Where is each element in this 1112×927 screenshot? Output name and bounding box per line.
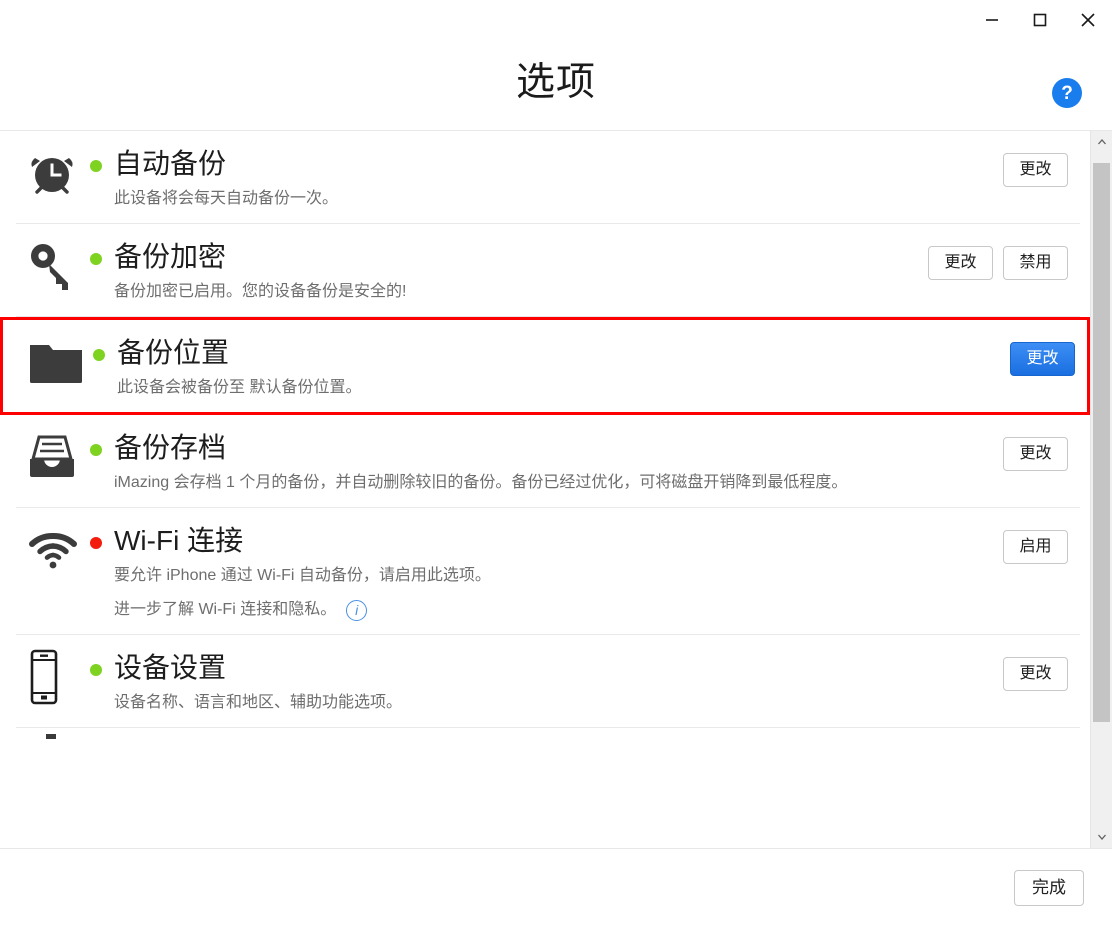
option-headline: Wi-Fi 连接 (90, 524, 1003, 558)
option-row: 设备设置 设备名称、语言和地区、辅助功能选项。 更改 (16, 635, 1080, 728)
option-body: 设备设置设备名称、语言和地区、辅助功能选项。 (90, 649, 1003, 715)
chevron-up-icon (1097, 139, 1106, 145)
option-description: 备份加密已启用。您的设备备份是安全的! (114, 283, 407, 300)
status-dot-green (90, 159, 102, 172)
scrollbar-thumb[interactable] (1093, 163, 1110, 722)
option-description-secondary-text: 进一步了解 Wi-Fi 连接和隐私。 (114, 601, 337, 618)
option-row: Wi-Fi 连接要允许 iPhone 通过 Wi-Fi 自动备份，请启用此选项。… (16, 508, 1080, 635)
option-action-button[interactable]: 更改 (1003, 657, 1068, 691)
status-dot-red (90, 536, 102, 549)
title-bar: 选项 ? (0, 0, 1112, 131)
option-icon-cell (16, 429, 90, 489)
option-row-partial (16, 728, 1080, 752)
option-title: 设备设置 (114, 652, 227, 683)
option-body: Wi-Fi 连接要允许 iPhone 通过 Wi-Fi 自动备份，请启用此选项。… (90, 522, 1003, 622)
maximize-button[interactable] (1016, 0, 1064, 40)
option-headline: 备份存档 (90, 431, 1003, 465)
scroll-down-button[interactable] (1091, 826, 1112, 848)
option-action-button[interactable]: 更改 (1003, 153, 1068, 187)
key-icon (24, 238, 80, 299)
option-description: 此设备会被备份至 默认备份位置。 (117, 379, 362, 396)
option-actions: 更改 (1010, 334, 1079, 376)
vertical-scrollbar[interactable] (1090, 131, 1112, 848)
option-icon-cell (16, 238, 90, 298)
maximize-icon (1033, 13, 1047, 27)
phone-icon (24, 648, 64, 711)
option-row: 自动备份 此设备将会每天自动备份一次。 更改 (16, 131, 1080, 224)
partial-icon-sliver (46, 734, 56, 739)
option-actions: 更改 (1003, 429, 1072, 471)
option-body: 备份存档 iMazing 会存档 1 个月的备份，并自动删除较旧的备份。备份已经过… (90, 429, 1003, 495)
option-icon-cell (19, 334, 93, 394)
option-description: iMazing 会存档 1 个月的备份，并自动删除较旧的备份。备份已经过优化，可… (114, 474, 848, 491)
option-body: 备份位置此设备会被备份至 默认备份位置。 (93, 334, 1010, 400)
option-description: 此设备将会每天自动备份一次。 (114, 190, 339, 207)
option-action-button[interactable]: 更改 (1003, 437, 1068, 471)
options-list: 自动备份 此设备将会每天自动备份一次。 更改 备份加密 备份加密已启用。您的设备备份是… (0, 131, 1090, 848)
folder-icon (27, 337, 85, 392)
option-action-button[interactable]: 启用 (1003, 530, 1068, 564)
info-icon[interactable]: i (346, 599, 368, 621)
option-actions: 更改 (1003, 145, 1072, 187)
status-dot-green (90, 443, 102, 456)
option-body: 自动备份此设备将会每天自动备份一次。 (90, 145, 1003, 211)
option-action-button[interactable]: 更改 (1010, 342, 1075, 376)
option-actions: 启用 (1003, 522, 1072, 564)
status-dot-green (90, 252, 102, 265)
option-actions: 更改 (1003, 649, 1072, 691)
wifi-icon (24, 528, 82, 577)
scroll-up-button[interactable] (1091, 131, 1112, 153)
chevron-down-icon (1097, 834, 1106, 840)
option-headline: 自动备份 (90, 147, 1003, 181)
minimize-button[interactable] (968, 0, 1016, 40)
option-title: 自动备份 (114, 148, 227, 179)
option-description: 要允许 iPhone 通过 Wi-Fi 自动备份，请启用此选项。 (114, 567, 491, 584)
option-icon-cell (16, 522, 90, 582)
option-row: 备份位置 此设备会被备份至 默认备份位置。 更改 (0, 317, 1090, 415)
done-button[interactable]: 完成 (1014, 870, 1084, 906)
options-window: 选项 ? 自动备份 此设备将会每天自动备份一次。 更改 备份加密 备份加密已启用。您的… (0, 0, 1112, 927)
options-content: 自动备份 此设备将会每天自动备份一次。 更改 备份加密 备份加密已启用。您的设备备份是… (0, 131, 1112, 849)
option-title: 备份位置 (117, 337, 230, 368)
option-action-button[interactable]: 更改 (928, 246, 993, 280)
close-icon (1081, 13, 1095, 27)
minimize-icon (986, 19, 998, 21)
option-title: 备份加密 (114, 241, 227, 272)
option-headline: 备份加密 (90, 240, 928, 274)
option-body: 备份加密备份加密已启用。您的设备备份是安全的! (90, 238, 928, 304)
status-dot-green (93, 348, 105, 361)
dialog-footer: 完成 (0, 849, 1112, 927)
option-icon-cell (16, 145, 90, 205)
option-headline: 备份位置 (93, 336, 1010, 370)
option-row: 备份存档 iMazing 会存档 1 个月的备份，并自动删除较旧的备份。备份已经过… (16, 415, 1080, 508)
option-headline: 设备设置 (90, 651, 1003, 685)
option-title: Wi-Fi 连接 (114, 525, 244, 556)
window-controls (968, 0, 1112, 40)
option-icon-cell (16, 649, 90, 709)
help-button[interactable]: ? (1052, 78, 1082, 108)
option-description: 设备名称、语言和地区、辅助功能选项。 (114, 694, 403, 711)
archive-tray-icon (24, 429, 80, 490)
scrollbar-track[interactable] (1091, 153, 1112, 826)
option-description-secondary: 进一步了解 Wi-Fi 连接和隐私。 i (114, 598, 1003, 622)
close-button[interactable] (1064, 0, 1112, 40)
page-title: 选项 (515, 61, 596, 104)
option-row: 备份加密 备份加密已启用。您的设备备份是安全的! 更改 禁用 (16, 224, 1080, 317)
alarm-clock-icon (24, 145, 80, 206)
option-actions: 更改 禁用 (928, 238, 1072, 280)
help-icon: ? (1061, 82, 1073, 104)
option-title: 备份存档 (114, 432, 227, 463)
status-dot-green (90, 663, 102, 676)
option-action-button[interactable]: 禁用 (1003, 246, 1068, 280)
